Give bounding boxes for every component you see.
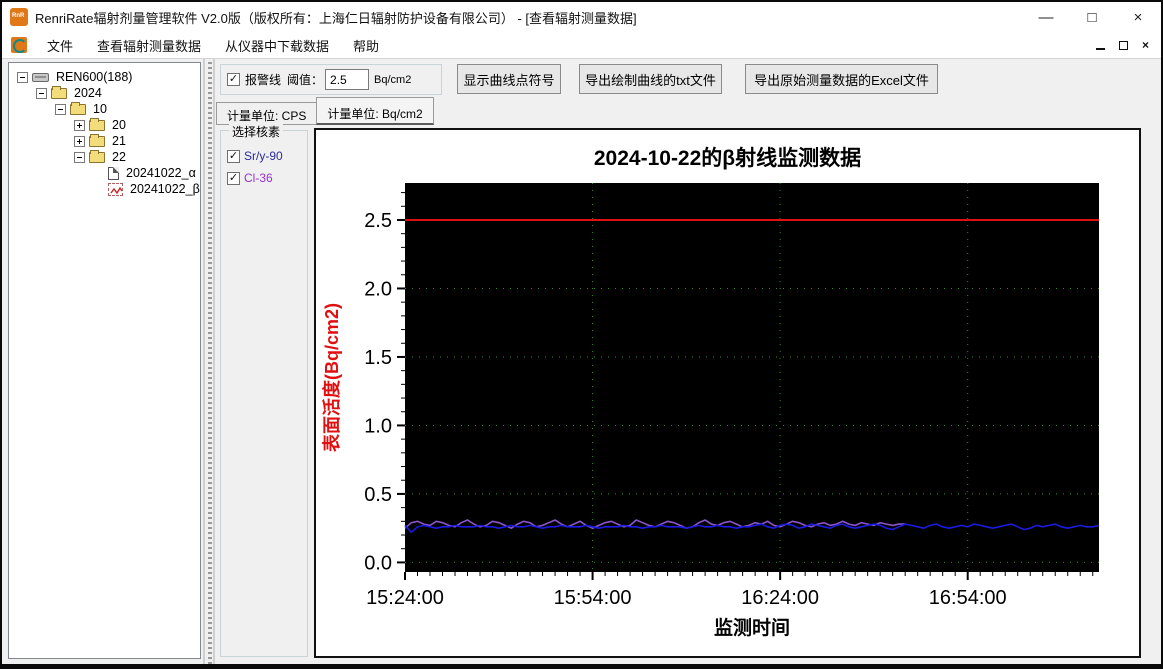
folder-icon [70, 101, 86, 115]
mdi-restore-icon[interactable] [1118, 40, 1128, 50]
y-tick-label: 2.0 [364, 278, 392, 300]
tree-expander-icon[interactable] [74, 119, 85, 131]
maximize-button[interactable]: □ [1069, 2, 1115, 32]
tree-item-label: 2024 [74, 86, 102, 100]
tree-item-20241022_[interactable]: 20241022_β [9, 181, 200, 197]
tree-item-label: 21 [112, 134, 126, 148]
tree-item-label: 22 [112, 150, 126, 164]
window-title: RenriRate辐射剂量管理软件 V2.0版（版权所有：上海仁日辐射防护设备有… [35, 10, 637, 26]
plot-area [405, 183, 1099, 572]
content-panel: ✓ 报警线 阈值： Bq/cm2 显示曲线点符号 导出绘制曲线的txt文件 导出… [216, 59, 1155, 659]
y-tick-label: 0.0 [364, 552, 392, 574]
device-icon [32, 72, 49, 82]
tree-expander-icon[interactable] [17, 71, 28, 83]
threshold-label: 阈值： [287, 73, 324, 87]
folder-icon [89, 133, 105, 147]
menu-view-measure-data[interactable]: 查看辐射测量数据 [85, 32, 213, 59]
export-curve-txt-button[interactable]: 导出绘制曲线的txt文件 [579, 64, 722, 94]
export-raw-excel-button[interactable]: 导出原始测量数据的Excel文件 [745, 64, 938, 94]
tree-expander-icon[interactable] [74, 135, 85, 147]
y-tick-label: 1.0 [364, 415, 392, 437]
folder-icon [51, 85, 67, 99]
title-bar: RenriRate辐射剂量管理软件 V2.0版（版权所有：上海仁日辐射防护设备有… [2, 2, 1161, 32]
tree-expander-icon[interactable] [74, 151, 85, 163]
nuclide-legend: 选择核素 [229, 123, 284, 140]
menu-file[interactable]: 文件 [35, 32, 85, 59]
menu-download-from-device[interactable]: 从仪器中下载数据 [213, 32, 341, 59]
menu-help[interactable]: 帮助 [341, 32, 391, 59]
tree-item-REN600188[interactable]: REN600(188) [9, 69, 200, 85]
tab-unit-bqcm2[interactable]: 计量单位: Bq/cm2 [316, 97, 434, 125]
tree-expander-icon[interactable] [55, 103, 66, 115]
x-tick-label: 15:54:00 [554, 587, 632, 609]
menu-bar: 文件 查看辐射测量数据 从仪器中下载数据 帮助 × [2, 32, 1161, 59]
show-curve-points-button[interactable]: 显示曲线点符号 [457, 64, 561, 94]
tree-item-21[interactable]: 21 [9, 133, 200, 149]
panel-splitter[interactable] [203, 59, 215, 664]
tree-item-label: 10 [93, 102, 107, 116]
tree-item-20[interactable]: 20 [9, 117, 200, 133]
nuclide-checkbox-sr-y-90[interactable]: ✓ [227, 149, 240, 163]
device-tree-panel: REN600(188) 2024 10 20 21 22 20241022_α 2024102… [8, 62, 201, 659]
close-button[interactable]: × [1115, 2, 1161, 32]
monitor-chart-panel: 2024-10-22的β射线监测数据 0.0 0.5 1.0 1.5 2.0 2.5 15:… [314, 128, 1141, 658]
x-tick-label: 16:54:00 [929, 587, 1007, 609]
app-window: RenriRate辐射剂量管理软件 V2.0版（版权所有：上海仁日辐射防护设备有… [0, 0, 1163, 669]
mdi-close-icon[interactable]: × [1142, 39, 1149, 51]
alarm-line-label: 报警线 [245, 73, 282, 87]
tab-unit-cps[interactable]: 计量单位: CPS [216, 102, 318, 125]
nuclide-select-groupbox: 选择核素 ✓ Sr/y-90 ✓ Cl-36 [220, 123, 308, 657]
tree-item-label: 20241022_α [126, 166, 196, 180]
x-tick-label: 15:24:00 [366, 587, 444, 609]
app-logo-icon [10, 8, 28, 26]
tree-item-22[interactable]: 22 [9, 149, 200, 165]
nuclide-row-sr-y-90[interactable]: ✓ Sr/y-90 [227, 149, 307, 163]
y-tick-label: 2.5 [364, 210, 392, 232]
tree-expander-icon[interactable] [36, 87, 47, 99]
nuclide-label-sr-y-90: Sr/y-90 [244, 149, 283, 163]
x-axis-label: 监测时间 [714, 616, 790, 639]
y-axis-label: 表面活度(Bq/cm2) [321, 303, 342, 452]
mdi-document-icon [11, 37, 27, 53]
nuclide-label-cl-36: Cl-36 [244, 171, 273, 185]
monitor-chart-svg: 0.0 0.5 1.0 1.5 2.0 2.5 15:24:00 15:54:00 16:24:… [321, 183, 1100, 639]
unit-tab-strip: 计量单位: CPS 计量单位: Bq/cm2 [216, 97, 434, 125]
tree-item-10[interactable]: 10 [9, 101, 200, 117]
threshold-unit-label: Bq/cm2 [374, 73, 412, 86]
y-tick-label: 0.5 [364, 484, 392, 506]
folder-icon [89, 149, 105, 163]
tree-item-label: 20 [112, 118, 126, 132]
nuclide-row-cl-36[interactable]: ✓ Cl-36 [227, 171, 307, 185]
y-tick-label: 1.5 [364, 347, 392, 369]
main-area: REN600(188) 2024 10 20 21 22 20241022_α 2024102… [2, 59, 1161, 664]
mdi-minimize-icon[interactable] [1095, 41, 1105, 50]
tree-item-2024[interactable]: 2024 [9, 85, 200, 101]
splitter-grip [208, 59, 212, 664]
minimize-button[interactable]: — [1023, 2, 1069, 32]
alarm-line-checkbox[interactable]: ✓ [227, 73, 240, 86]
alarm-line-groupbox: ✓ 报警线 阈值： Bq/cm2 [220, 64, 442, 95]
nuclide-checkbox-cl-36[interactable]: ✓ [227, 171, 240, 185]
tree-item-label: REN600(188) [56, 70, 133, 84]
threshold-input[interactable] [325, 69, 370, 90]
document-icon [108, 166, 119, 180]
chart-title: 2024-10-22的β射线监测数据 [593, 147, 862, 170]
tree-item-label: 20241022_β [130, 182, 200, 196]
x-tick-label: 16:24:00 [741, 587, 819, 609]
chart-file-icon [108, 182, 123, 196]
folder-icon [89, 117, 105, 131]
tree-item-20241022_[interactable]: 20241022_α [9, 165, 200, 181]
